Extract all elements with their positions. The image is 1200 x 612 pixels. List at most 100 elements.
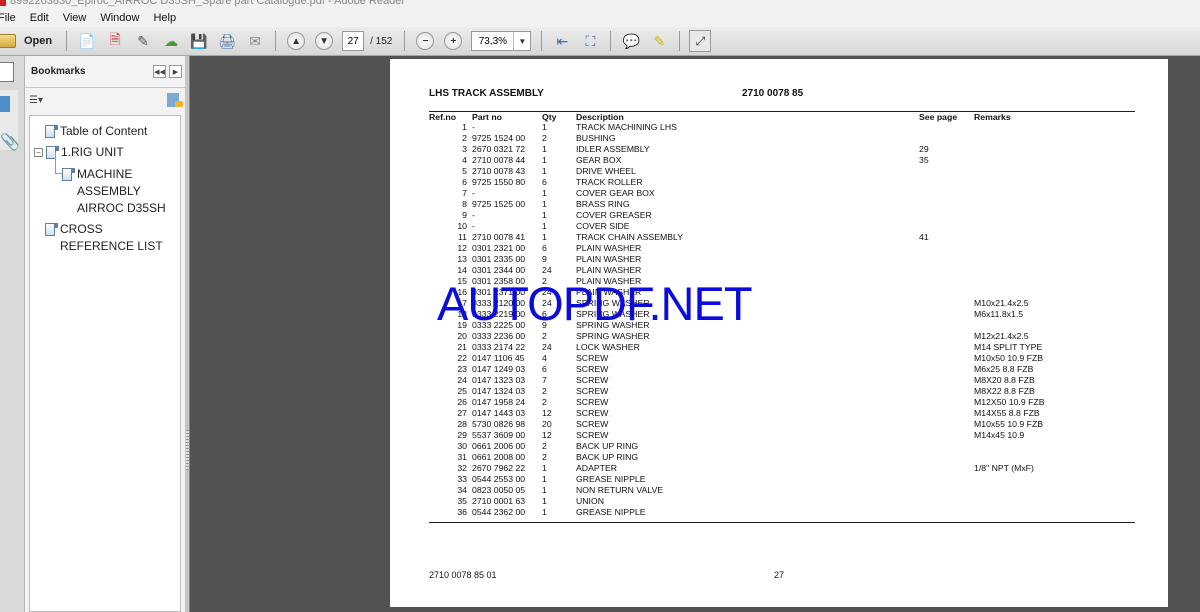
description-cell: BRASS RING: [576, 199, 630, 209]
ref-no-cell: 28: [457, 419, 467, 429]
page-number-input[interactable]: 27: [342, 31, 365, 51]
menu-bar: File Edit View Window Help: [0, 9, 1200, 27]
open-button[interactable]: Open: [0, 34, 52, 48]
previous-page-button[interactable]: ▲: [285, 30, 307, 52]
bookmark-rig-unit[interactable]: − 1.RIG UNIT: [34, 145, 124, 161]
table-row: 30 0661 2006 00 2 BACK UP RING: [429, 441, 1134, 452]
zoom-out-button[interactable]: −: [414, 30, 436, 52]
qty-cell: 1: [542, 221, 547, 231]
see-page-cell: [919, 375, 974, 386]
table-bottom-rule: [429, 522, 1135, 523]
options-menu-icon[interactable]: ☰▾: [29, 95, 43, 106]
description-cell: GREASE NIPPLE: [576, 474, 646, 484]
pdf-app-icon: [0, 0, 6, 6]
qty-cell: 2: [542, 133, 547, 143]
remarks-cell: M14 SPLIT TYPE: [974, 342, 1043, 352]
print-icon[interactable]: 🖨: [216, 30, 238, 52]
bookmark-icon: [45, 125, 58, 138]
remarks-cell: [974, 144, 1134, 155]
fit-page-icon[interactable]: ⛶: [579, 30, 601, 52]
ref-no-cell: 12: [457, 243, 467, 253]
expand-panel-icon[interactable]: ▶: [169, 65, 182, 78]
see-page-cell: 29: [919, 144, 929, 154]
bookmark-ribbon-icon: [0, 96, 10, 112]
convert-pdf-icon[interactable]: 🗎: [104, 30, 126, 52]
see-page-cell: [919, 221, 974, 232]
ref-no-cell: 30: [457, 441, 467, 451]
table-row: 26 0147 1958 24 2 SCREW M12X50 10.9 FZB: [429, 397, 1134, 408]
part-no-cell: 2670 7962 22: [472, 463, 526, 473]
see-page-cell: [919, 309, 974, 320]
menu-edit[interactable]: Edit: [30, 12, 49, 24]
part-no-cell: 9725 1525 00: [472, 199, 526, 209]
go-to-bookmark-icon[interactable]: [167, 93, 183, 107]
see-page-cell: [919, 496, 974, 507]
menu-file[interactable]: File: [0, 12, 16, 24]
qty-cell: 24: [542, 342, 552, 352]
table-row: 5 2710 0078 43 1 DRIVE WHEEL: [429, 166, 1134, 177]
description-cell: DRIVE WHEEL: [576, 166, 636, 176]
part-no-cell: 0301 2335 00: [472, 254, 526, 264]
qty-cell: 2: [542, 386, 547, 396]
bookmark-machine-assembly[interactable]: MACHINE ASSEMBLY AIRROC D35SH: [62, 167, 177, 217]
save-icon[interactable]: 💾: [188, 30, 210, 52]
bookmark-table-of-content[interactable]: Table of Content: [45, 124, 147, 140]
menu-help[interactable]: Help: [153, 12, 176, 24]
edit-pdf-icon[interactable]: ✎: [132, 30, 154, 52]
attachments-icon[interactable]: 📎: [0, 132, 20, 152]
zoom-value[interactable]: 73,3%: [472, 32, 515, 50]
part-no-cell: 0301 2344 00: [472, 265, 526, 275]
zoom-in-button[interactable]: +: [442, 30, 464, 52]
part-no-cell: 0544 2553 00: [472, 474, 526, 484]
table-row: 34 0823 0050 05 1 NON RETURN VALVE: [429, 485, 1134, 496]
description-cell: SCREW: [576, 353, 609, 363]
navigation-pane-strip: 📎: [0, 56, 25, 612]
remarks-cell: [974, 254, 1134, 265]
zoom-select[interactable]: 73,3% ▼: [471, 31, 532, 51]
toolbar-separator: [275, 31, 277, 51]
assembly-number: 2710 0078 85: [742, 88, 804, 99]
description-cell: PLAIN WASHER: [576, 243, 642, 253]
see-page-cell: [919, 320, 974, 331]
see-page-cell: [919, 133, 974, 144]
page-thumbnails-icon[interactable]: [0, 62, 14, 82]
table-row: 25 0147 1324 03 2 SCREW M8X22 8.8 FZB: [429, 386, 1134, 397]
panel-splitter[interactable]: [185, 56, 190, 612]
footer-document-number: 2710 0078 85 01: [429, 570, 497, 580]
remarks-cell: [974, 177, 1134, 188]
highlight-icon[interactable]: ✎: [648, 30, 670, 52]
part-no-cell: 0661 2008 00: [472, 452, 526, 462]
part-no-cell: -: [472, 188, 475, 198]
description-cell: SCREW: [576, 375, 609, 385]
menu-window[interactable]: Window: [100, 12, 139, 24]
table-row: 12 0301 2321 00 6 PLAIN WASHER: [429, 243, 1134, 254]
fullscreen-icon[interactable]: ⤢: [689, 30, 712, 52]
see-page-cell: [919, 364, 974, 375]
cloud-upload-icon[interactable]: ☁: [160, 30, 182, 52]
description-cell: PLAIN WASHER: [576, 254, 642, 264]
fit-width-icon[interactable]: ⇤: [551, 30, 573, 52]
ref-no-cell: 5: [462, 166, 467, 176]
ref-no-cell: 2: [462, 133, 467, 143]
comment-icon[interactable]: 💬: [620, 30, 642, 52]
bookmarks-header: Bookmarks ◀◀ ▶: [25, 56, 185, 88]
part-no-cell: 0147 1249 03: [472, 364, 526, 374]
splitter-grip[interactable]: [186, 430, 189, 470]
part-no-cell: 2670 0321 72: [472, 144, 526, 154]
remarks-cell: [974, 122, 1134, 133]
menu-view[interactable]: View: [63, 12, 87, 24]
window-title: 8992203830_Epiroc_AIRROC D35SH_Spare par…: [10, 0, 406, 7]
create-pdf-icon[interactable]: 📄: [76, 30, 98, 52]
part-no-cell: -: [472, 210, 475, 220]
bookmark-cross-reference-list[interactable]: CROSS REFERENCE LIST: [45, 222, 175, 255]
toolbar-separator: [404, 31, 406, 51]
chevron-down-icon[interactable]: ▼: [514, 32, 530, 50]
collapse-panel-icon[interactable]: ◀◀: [153, 65, 166, 78]
next-page-button[interactable]: ▼: [313, 30, 335, 52]
remarks-cell: M10x21.4x2.5: [974, 298, 1029, 308]
email-icon[interactable]: ✉: [244, 30, 266, 52]
table-row: 24 0147 1323 03 7 SCREW M8X20 8.8 FZB: [429, 375, 1134, 386]
table-row: 27 0147 1443 03 12 SCREW M14X55 8.8 FZB: [429, 408, 1134, 419]
qty-cell: 2: [542, 331, 547, 341]
collapse-icon[interactable]: −: [34, 148, 43, 157]
